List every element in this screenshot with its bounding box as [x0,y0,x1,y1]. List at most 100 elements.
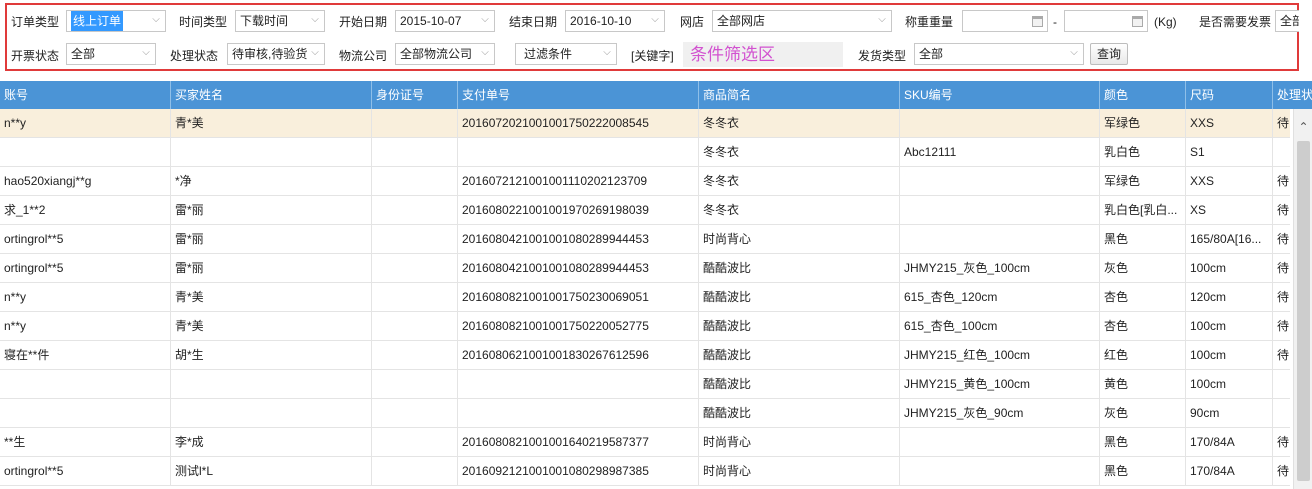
calendar-icon[interactable] [1132,16,1143,27]
time-type-value: 下载时间 [240,14,289,28]
cell-payment-no [458,138,699,167]
cell-buyer-name [171,370,372,399]
grid-header: 账号 买家姓名 身份证号 支付单号 商品简名 SKU编号 颜色 尺码 处理状 [0,81,1312,109]
calendar-icon[interactable] [1032,16,1043,27]
cell-payment-no: 2016080221001001970269198039 [458,196,699,225]
cell-status [1273,399,1290,428]
table-row[interactable]: ortingrol**5 雷*丽 2016080421001001080289944… [0,254,1290,283]
process-status-select[interactable]: 待审核,待验货 ⌵ [227,43,325,65]
cell-account: n**y [0,312,171,341]
table-row[interactable]: 冬冬衣 Abc12111 乳白色 S1 [0,138,1290,167]
cell-size: 120cm [1186,283,1273,312]
column-header-sku[interactable]: SKU编号 [900,81,1100,109]
weight-min-input[interactable] [962,10,1048,32]
time-type-select[interactable]: 下载时间 ⌵ [235,10,325,32]
cell-sku: 615_杏色_100cm [900,312,1100,341]
need-invoice-select[interactable]: 全部 [1275,10,1299,32]
start-date-field[interactable]: 2015-10-07 ⌵ [395,10,495,32]
cell-product-name: 酷酷波比 [699,341,900,370]
logistics-select[interactable]: 全部物流公司 ⌵ [395,43,495,65]
cell-status: 待 [1273,225,1290,254]
cell-id-number [372,370,458,399]
keyword-input[interactable]: 条件筛选区 [683,42,843,67]
chevron-down-icon: ⌵ [311,14,319,25]
filter-condition-select[interactable]: 过滤条件 ⌵ [515,43,617,65]
scroll-thumb[interactable] [1297,141,1310,481]
order-type-select[interactable]: 线上订单 ⌵ [66,10,166,32]
cell-status: 待 [1273,341,1290,370]
column-header-payment-no[interactable]: 支付单号 [458,81,699,109]
table-row[interactable]: n**y 青*美 2016080821001001750230069051 酷酷波比 6… [0,283,1290,312]
table-row[interactable]: 寝在**件 胡*生 2016080621001001830267612596 酷酷波比… [0,341,1290,370]
cell-account: ortingrol**5 [0,225,171,254]
cell-payment-no: 2016080821001001640219587377 [458,428,699,457]
chevron-down-icon: ⌵ [311,47,319,58]
end-date-field[interactable]: 2016-10-10 ⌵ [565,10,665,32]
logistics-value: 全部物流公司 [400,47,473,61]
column-header-color[interactable]: 颜色 [1100,81,1186,109]
cell-product-name: 酷酷波比 [699,283,900,312]
cell-size: S1 [1186,138,1273,167]
cell-size: XS [1186,196,1273,225]
table-row[interactable]: 酷酷波比 JHMY215_黄色_100cm 黄色 100cm [0,370,1290,399]
weight-separator: - [1053,15,1057,29]
table-row[interactable]: 求_1**2 雷*丽 2016080221001001970269198039 冬冬衣… [0,196,1290,225]
table-row[interactable]: n**y 青*美 2016080821001001750220052775 酷酷波比 6… [0,312,1290,341]
column-header-size[interactable]: 尺码 [1186,81,1273,109]
column-header-account[interactable]: 账号 [0,81,171,109]
cell-payment-no: 2016072121001001110202123709 [458,167,699,196]
weight-max-input[interactable] [1064,10,1148,32]
cell-color: 黄色 [1100,370,1186,399]
scroll-up-icon[interactable]: ⌃ [1294,119,1312,135]
cell-buyer-name: 雷*丽 [171,225,372,254]
cell-status: 待 [1273,254,1290,283]
invoice-status-select[interactable]: 全部 ⌵ [66,43,156,65]
cell-account: n**y [0,283,171,312]
column-header-status[interactable]: 处理状 [1273,81,1312,109]
table-row[interactable]: **生 李*成 2016080821001001640219587377 时尚背心 黑色… [0,428,1290,457]
table-row[interactable]: ortingrol**5 雷*丽 2016080421001001080289944… [0,225,1290,254]
shop-select[interactable]: 全部网店 ⌵ [712,10,892,32]
cell-payment-no: 2016092121001001080298987385 [458,457,699,486]
cell-status: 待 [1273,283,1290,312]
cell-status: 待 [1273,457,1290,486]
cell-payment-no: 2016080821001001750220052775 [458,312,699,341]
cell-sku: JHMY215_灰色_100cm [900,254,1100,283]
invoice-status-value: 全部 [71,47,96,61]
cell-color: 灰色 [1100,399,1186,428]
end-date-label: 结束日期 [509,15,558,29]
cell-status: 待 [1273,312,1290,341]
cell-color: 黑色 [1100,457,1186,486]
table-row[interactable]: ortingrol**5 测试l*L 20160921210010010802989… [0,457,1290,486]
cell-payment-no: 2016080621001001830267612596 [458,341,699,370]
cell-product-name: 酷酷波比 [699,312,900,341]
orders-grid: 账号 买家姓名 身份证号 支付单号 商品简名 SKU编号 颜色 尺码 处理状 n**y 青*美 20… [0,81,1312,489]
cell-payment-no: 2016080421001001080289944453 [458,254,699,283]
cell-sku: JHMY215_红色_100cm [900,341,1100,370]
shop-value: 全部网店 [717,14,766,28]
cell-id-number [372,457,458,486]
ship-type-select[interactable]: 全部 ⌵ [914,43,1084,65]
query-button[interactable]: 查询 [1090,43,1128,65]
cell-status: 待 [1273,196,1290,225]
cell-color: 黑色 [1100,428,1186,457]
cell-id-number [372,399,458,428]
cell-id-number [372,312,458,341]
cell-sku: Abc12111 [900,138,1100,167]
column-header-id-number[interactable]: 身份证号 [372,81,458,109]
need-invoice-label: 是否需要发票 [1199,15,1272,29]
column-header-buyer-name[interactable]: 买家姓名 [171,81,372,109]
cell-buyer-name: 雷*丽 [171,254,372,283]
process-status-label: 处理状态 [170,49,219,63]
column-header-product-name[interactable]: 商品简名 [699,81,900,109]
cell-color: 红色 [1100,341,1186,370]
table-row[interactable]: n**y 青*美 2016072021001001750222008545 冬冬衣 军绿… [0,109,1290,138]
cell-account: **生 [0,428,171,457]
cell-id-number [372,138,458,167]
cell-status [1273,138,1290,167]
cell-buyer-name: 青*美 [171,283,372,312]
vertical-scrollbar[interactable]: ⌃ [1293,109,1312,489]
table-row[interactable]: hao520xiangj**g *净 20160721210010011102021… [0,167,1290,196]
table-row[interactable]: 酷酷波比 JHMY215_灰色_90cm 灰色 90cm [0,399,1290,428]
cell-product-name: 时尚背心 [699,457,900,486]
